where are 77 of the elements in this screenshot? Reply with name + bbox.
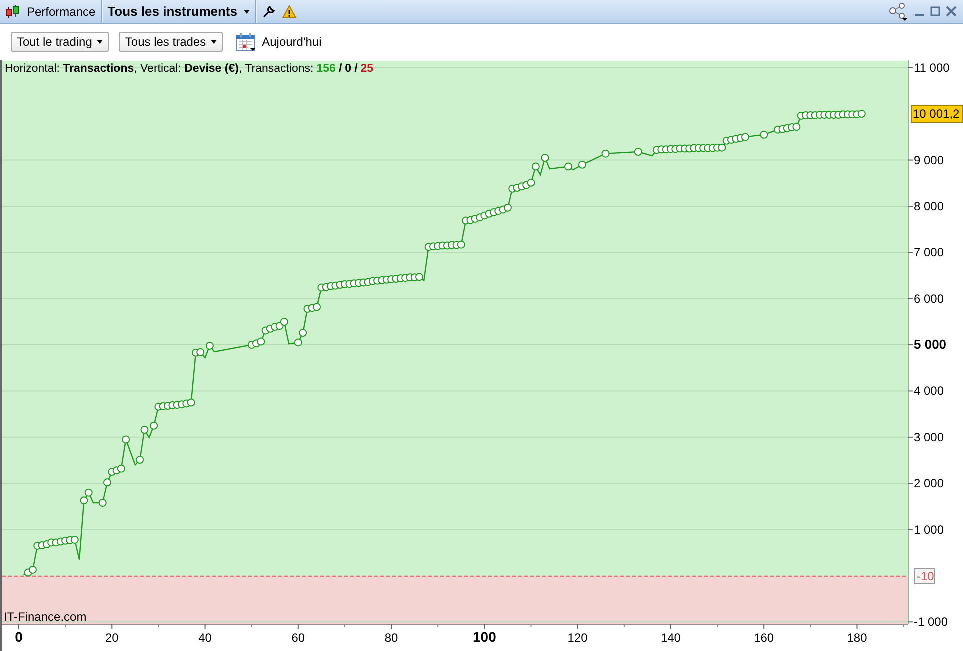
data-point — [187, 398, 196, 407]
y-axis-label: 11 000 — [914, 60, 950, 75]
data-point — [527, 178, 536, 187]
x-axis-label: 120 — [568, 631, 588, 645]
y-axis-label: 9 000 — [914, 153, 944, 168]
y-axis-label: -1 000 — [914, 615, 948, 630]
data-point — [280, 318, 288, 326]
warning-icon[interactable] — [282, 4, 296, 18]
data-point — [578, 160, 586, 169]
x-axis-label: 160 — [754, 631, 774, 645]
data-point — [80, 496, 88, 505]
close-icon[interactable] — [946, 6, 957, 17]
data-point — [718, 144, 726, 152]
candlestick-icon — [5, 4, 21, 20]
y-axis-label: 2 000 — [914, 476, 944, 491]
filter-dropdown[interactable]: Tout le trading — [11, 32, 110, 52]
x-axis-label: 180 — [847, 631, 868, 645]
brand-label: IT-Finance.com — [4, 610, 87, 624]
data-point — [196, 348, 205, 356]
data-point — [602, 150, 610, 158]
data-point — [98, 499, 107, 507]
trade-count: 25 — [360, 63, 374, 75]
y-axis-label: 8 000 — [914, 199, 944, 214]
x-axis-label: 80 — [384, 631, 398, 645]
data-point — [532, 162, 540, 171]
data-point — [103, 478, 112, 487]
data-point — [457, 240, 466, 249]
y-axis-label: 7 000 — [914, 246, 944, 260]
data-point — [136, 456, 144, 464]
data-point — [117, 464, 126, 473]
calendar-icon[interactable] — [236, 32, 258, 52]
data-point — [858, 110, 866, 118]
data-point — [150, 422, 158, 430]
count-separator: / — [354, 63, 358, 75]
wrench-icon[interactable] — [262, 4, 276, 18]
legend-text: Horizontal: Transactions, Vertical: Devise (€), Transactions: — [5, 63, 314, 75]
data-point — [206, 342, 214, 350]
trade-count: 0 — [345, 63, 352, 75]
data-point — [70, 536, 79, 544]
y-axis-label: 6 000 — [914, 292, 944, 306]
window-title: Performance — [27, 4, 96, 18]
ref-line-label: -10 — [917, 569, 935, 584]
y-axis-label: 1 000 — [914, 522, 944, 537]
data-point — [634, 148, 642, 156]
filter-dropdown[interactable]: Tous les trades — [119, 32, 224, 52]
caret-icon — [211, 40, 218, 44]
x-axis-label: 100 — [473, 629, 496, 645]
share-icon[interactable] — [889, 2, 909, 20]
data-point — [741, 133, 750, 142]
maximize-icon[interactable] — [930, 6, 941, 17]
data-point — [760, 130, 768, 139]
data-point — [257, 338, 266, 346]
caret-icon — [244, 10, 250, 14]
caret-icon — [97, 40, 104, 44]
data-point — [140, 426, 149, 434]
threshold-tag: -10 — [914, 568, 935, 584]
instrument-menu[interactable]: Tous les instruments — [102, 0, 254, 23]
last-value-tag: 10 001,2 — [911, 105, 963, 124]
x-axis-label: 140 — [660, 631, 681, 645]
trade-count: 156 — [316, 63, 336, 75]
y-axis-label: 4 000 — [914, 384, 944, 398]
data-point — [504, 204, 512, 212]
x-axis-label: 60 — [292, 631, 306, 645]
y-axis-label: 5 000 — [914, 337, 947, 352]
data-point — [564, 162, 572, 171]
x-axis-label: 20 — [105, 631, 119, 645]
count-separator: / — [338, 63, 342, 75]
date-button[interactable]: Aujourd'hui — [262, 35, 322, 49]
data-point — [299, 329, 308, 338]
data-point — [294, 338, 302, 347]
data-point — [84, 488, 93, 497]
x-axis-label: 0 — [15, 629, 23, 645]
data-point — [122, 436, 130, 444]
data-point — [313, 303, 322, 312]
data-point — [792, 123, 801, 132]
x-axis-label: 40 — [198, 631, 212, 645]
y-axis-label: 3 000 — [914, 430, 944, 444]
